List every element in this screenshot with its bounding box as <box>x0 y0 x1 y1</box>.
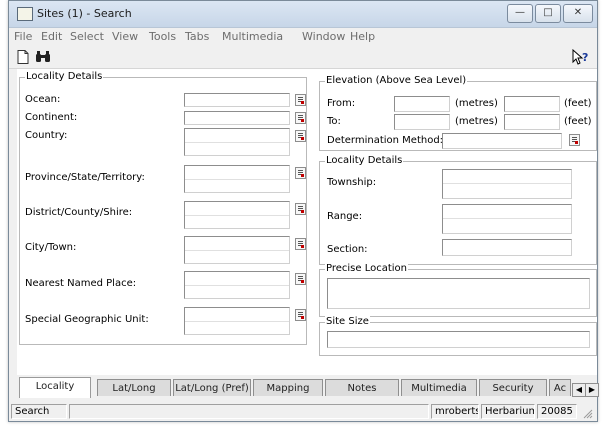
site-size-title: Site Size <box>325 316 370 328</box>
special-geographic-unit-lookup-icon[interactable] <box>295 309 306 321</box>
tab-locality[interactable]: Locality <box>19 377 91 398</box>
nearest-named-place-label: Nearest Named Place: <box>25 278 137 289</box>
township-field[interactable] <box>442 169 572 199</box>
tab-security[interactable]: Security <box>479 379 547 396</box>
status-record-count: 20085 <box>537 404 577 419</box>
country-label: Country: <box>25 130 68 141</box>
menu-help[interactable]: Help <box>350 30 375 43</box>
menu-select[interactable]: Select <box>70 30 104 43</box>
status-user: mroberts <box>431 404 479 419</box>
elevation-title: Elevation (Above Sea Level) <box>325 75 468 87</box>
locality-details-title: Locality Details <box>25 71 104 83</box>
section-label: Section: <box>327 244 368 255</box>
status-department: Herbarium <box>481 404 535 419</box>
toolbar: ? <box>9 46 597 69</box>
nearest-named-place-lookup-icon[interactable] <box>295 273 306 285</box>
menu-tools[interactable]: Tools <box>149 30 176 43</box>
special-geographic-unit-field[interactable] <box>184 307 290 335</box>
continent-field[interactable] <box>184 111 290 125</box>
elevation-to-feet-field[interactable] <box>504 114 560 130</box>
menu-edit[interactable]: Edit <box>41 30 62 43</box>
precise-location-field[interactable] <box>327 278 590 309</box>
context-help-icon[interactable]: ? <box>572 49 590 65</box>
locality-details-township-title: Locality Details <box>325 155 404 167</box>
province-label: Province/State/Territory: <box>25 172 145 183</box>
district-label: District/County/Shire: <box>25 207 133 218</box>
status-message <box>69 404 429 419</box>
to-feet-unit: (feet) <box>564 116 592 127</box>
menu-view[interactable]: View <box>112 30 138 43</box>
maximize-icon: □ <box>543 7 553 18</box>
menu-multimedia[interactable]: Multimedia <box>222 30 283 43</box>
status-bar: Search mroberts Herbarium 20085 <box>9 402 597 421</box>
close-button[interactable]: ✕ <box>563 4 593 23</box>
district-lookup-icon[interactable] <box>295 203 306 215</box>
elevation-from-label: From: <box>327 98 356 109</box>
minimize-button[interactable]: — <box>507 4 533 23</box>
country-lookup-icon[interactable] <box>295 130 306 142</box>
ocean-lookup-icon[interactable] <box>295 94 306 106</box>
window-title: Sites (1) - Search <box>37 7 132 20</box>
menu-tabs[interactable]: Tabs <box>185 30 209 43</box>
svg-text:?: ? <box>582 51 588 64</box>
from-metres-unit: (metres) <box>455 98 498 109</box>
from-feet-unit: (feet) <box>564 98 592 109</box>
township-label: Township: <box>327 177 377 188</box>
title-bar[interactable]: Sites (1) - Search — □ ✕ <box>9 1 597 28</box>
ocean-label: Ocean: <box>25 94 61 105</box>
menu-bar: File Edit Select View Tools Tabs Multime… <box>9 28 597 46</box>
to-metres-unit: (metres) <box>455 116 498 127</box>
special-geographic-unit-label: Special Geographic Unit: <box>25 314 149 325</box>
district-field[interactable] <box>184 201 290 229</box>
new-document-icon[interactable] <box>17 50 29 64</box>
province-lookup-icon[interactable] <box>295 167 306 179</box>
binoculars-icon[interactable] <box>35 51 51 63</box>
tab-lat-long-pref[interactable]: Lat/Long (Pref) <box>173 379 251 396</box>
tab-scroll-right-icon[interactable]: ▶ <box>585 383 599 397</box>
maximize-button[interactable]: □ <box>535 4 561 23</box>
site-size-field[interactable] <box>327 331 590 348</box>
determination-method-label: Determination Method: <box>327 135 444 146</box>
tab-scroll-left-icon[interactable]: ◀ <box>572 383 586 397</box>
tab-notes[interactable]: Notes <box>325 379 399 396</box>
status-mode: Search <box>11 404 67 419</box>
locality-panel: Locality Details Ocean: Continent: Count… <box>17 69 597 375</box>
minimize-icon: — <box>515 7 525 18</box>
tab-lat-long[interactable]: Lat/Long <box>97 379 171 396</box>
ocean-field[interactable] <box>184 93 290 107</box>
elevation-from-feet-field[interactable] <box>504 96 560 112</box>
section-field[interactable] <box>442 239 572 256</box>
menu-file[interactable]: File <box>14 30 32 43</box>
range-field[interactable] <box>442 204 572 234</box>
range-label: Range: <box>327 211 363 222</box>
country-field[interactable] <box>184 128 290 156</box>
determination-method-field[interactable] <box>442 133 562 149</box>
tab-strip: Locality Lat/Long Lat/Long (Pref) Mappin… <box>17 377 599 399</box>
province-field[interactable] <box>184 165 290 193</box>
close-icon: ✕ <box>573 7 583 18</box>
menu-window[interactable]: Window <box>302 30 345 43</box>
elevation-from-metres-field[interactable] <box>394 96 450 112</box>
continent-lookup-icon[interactable] <box>295 112 306 124</box>
city-field[interactable] <box>184 236 290 264</box>
tab-mapping[interactable]: Mapping <box>253 379 323 396</box>
continent-label: Continent: <box>25 112 78 123</box>
resize-grip-icon[interactable] <box>581 407 593 419</box>
tab-acquisition[interactable]: Ac <box>549 379 571 396</box>
elevation-to-metres-field[interactable] <box>394 114 450 130</box>
window: Sites (1) - Search — □ ✕ File Edit Selec… <box>8 0 599 422</box>
tab-multimedia[interactable]: Multimedia <box>401 379 477 396</box>
nearest-named-place-field[interactable] <box>184 271 290 299</box>
city-label: City/Town: <box>25 242 77 253</box>
precise-location-title: Precise Location <box>325 263 409 275</box>
city-lookup-icon[interactable] <box>295 238 306 250</box>
app-icon <box>17 7 33 21</box>
elevation-to-label: To: <box>327 116 341 127</box>
determination-method-lookup-icon[interactable] <box>569 134 580 146</box>
